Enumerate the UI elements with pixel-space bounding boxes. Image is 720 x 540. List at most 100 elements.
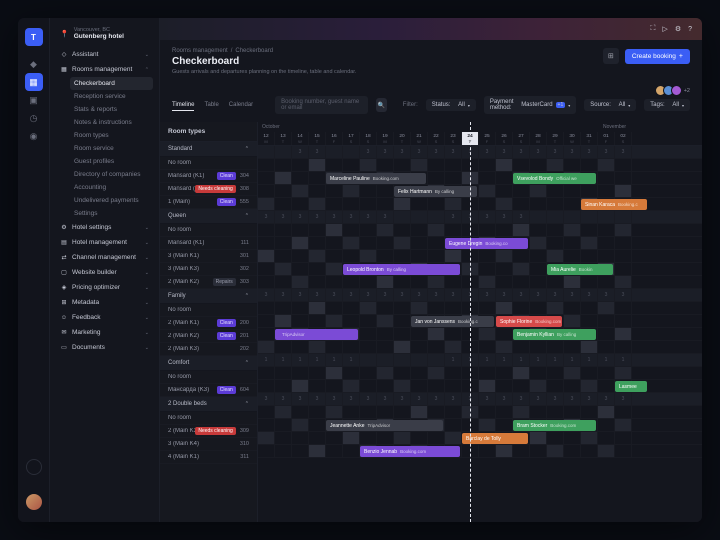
booking-bar[interactable]: Bram StockerBooking.com [513,420,596,431]
tab-timeline[interactable]: Timeline [172,100,194,111]
subnav-item[interactable]: Guest profiles [70,155,153,168]
scan-button[interactable]: ⊞ [603,48,619,64]
room-row[interactable]: 1 (Main)Clean555 [160,196,257,209]
booking-bar[interactable]: Felix HartmannBy calling [394,186,477,197]
help-icon[interactable]: ? [688,26,692,33]
room-row[interactable]: 2 (Main K2)Repairs303 [160,276,257,289]
room-row[interactable]: Mansard (K1)111 [160,237,257,250]
filter-payment[interactable]: Payment method: MasterCard+1▾ [484,96,576,114]
subnav-item[interactable]: Directory of companies [70,168,153,181]
booking-bar[interactable]: Vsevolod BondyOfficial we [513,173,596,184]
theme-toggle[interactable] [26,459,42,475]
filter-source[interactable]: Source: All▾ [584,99,636,111]
booking-bar[interactable]: Mia AurelieBookin [547,264,613,275]
rail-clock[interactable]: ◷ [25,109,43,127]
date-cell[interactable]: 30W [564,132,581,145]
date-cell[interactable]: 29T [547,132,564,145]
booking-bar[interactable]: Eugene DreginBooking.co [445,238,528,249]
subnav-item[interactable]: Stats & reports [70,103,153,116]
nav-item[interactable]: ✉Marketing⌄ [56,325,153,340]
date-cell[interactable]: 22S [428,132,445,145]
date-cell[interactable]: 26S [496,132,513,145]
room-row[interactable]: No room [160,304,257,317]
app-logo[interactable]: T [25,28,43,46]
room-group-header[interactable]: 2 Double beds⌃ [160,397,257,412]
nav-item[interactable]: ▢Website builder⌄ [56,265,153,280]
room-row[interactable]: 2 (Main K3)202 [160,343,257,356]
room-row[interactable]: 3 (Main K3)302 [160,263,257,276]
booking-bar[interactable]: Jeannette AnkeTripAdvisor [326,420,443,431]
nav-item[interactable]: ▭Documents⌄ [56,340,153,355]
nav-item[interactable]: ⚙Hotel settings⌄ [56,220,153,235]
room-row[interactable]: No room [160,371,257,384]
booking-bar[interactable]: Benjamin KyllianBy calling [513,329,596,340]
room-row[interactable]: Мансарда (K3)Clean604 [160,384,257,397]
room-row[interactable]: No room [160,157,257,170]
date-cell[interactable]: 13T [275,132,292,145]
nav-rooms-management[interactable]: ▦ Rooms management ⌃ [56,62,153,77]
room-row[interactable]: No room [160,412,257,425]
nav-item[interactable]: ☺Feedback⌄ [56,310,153,325]
rail-apps[interactable]: ▦ [25,73,43,91]
subnav-item[interactable]: Checkerboard [70,77,153,90]
date-cell[interactable]: 14W [292,132,309,145]
date-cell[interactable]: 28M [530,132,547,145]
room-row[interactable]: Mansard (K1)Clean304 [160,170,257,183]
room-group-header[interactable]: Family⌃ [160,289,257,304]
search-button[interactable]: 🔍 [376,98,387,112]
collaborator-avatars[interactable]: +2 [160,81,702,96]
notification-icon[interactable]: ▷ [662,25,667,33]
room-group-header[interactable]: Standard⌃ [160,142,257,157]
room-row[interactable]: 3 (Main K1)301 [160,250,257,263]
date-cell[interactable]: 21W [411,132,428,145]
date-cell[interactable]: 17S [343,132,360,145]
subnav-item[interactable]: Reception service [70,90,153,103]
nav-item[interactable]: ◈Pricing optimizer⌄ [56,280,153,295]
room-row[interactable]: 3 (Main K4)310 [160,438,257,451]
room-row[interactable]: No room [160,224,257,237]
room-row[interactable]: 2 (Main K1)Clean200 [160,317,257,330]
booking-bar[interactable]: Leopold BrontonBy calling [343,264,460,275]
subnav-item[interactable]: Notes & instructions [70,116,153,129]
filter-tags[interactable]: Tags: All▾ [644,99,690,111]
subnav-item[interactable]: Room service [70,142,153,155]
nav-item[interactable]: ⊞Metadata⌄ [56,295,153,310]
room-group-header[interactable]: Comfort⌃ [160,356,257,371]
rail-globe[interactable]: ◉ [25,127,43,145]
room-row[interactable]: Mansard (K2)Needs cleaning308 [160,183,257,196]
rail-home[interactable]: ◆ [25,55,43,73]
booking-bar[interactable]: TripAdvisor [275,329,358,340]
room-group-header[interactable]: Queen⌃ [160,209,257,224]
tab-table[interactable]: Table [204,100,218,111]
subnav-item[interactable]: Undelivered payments [70,194,153,207]
booking-bar[interactable]: Sinan KaracaBooking.c [581,199,647,210]
date-cell[interactable]: 27S [513,132,530,145]
location-selector[interactable]: 📍 Vancouver, BC Gutenberg hotel [50,18,159,47]
create-booking-button[interactable]: Create booking+ [625,49,690,64]
booking-bar[interactable]: Lasmee [615,381,647,392]
date-cell[interactable]: 16F [326,132,343,145]
date-cell[interactable]: 15T [309,132,326,145]
room-row[interactable]: 2 (Main K3)Needs cleaning309 [160,425,257,438]
date-cell[interactable]: 12M [258,132,275,145]
date-cell[interactable]: 31T [581,132,598,145]
timeline-grid[interactable]: October November 12M13T14W15T16F17S18S19… [258,122,702,522]
date-cell[interactable]: 25F [479,132,496,145]
booking-bar[interactable]: Barclay de Tolly [462,433,528,444]
room-row[interactable]: 4 (Main K1)311 [160,451,257,464]
date-cell[interactable]: 01F [598,132,615,145]
date-cell[interactable]: 20T [394,132,411,145]
subnav-item[interactable]: Room types [70,129,153,142]
settings-icon[interactable]: ⚙ [675,25,681,33]
room-row[interactable]: 2 (Main K2)Clean201 [160,330,257,343]
booking-bar[interactable]: Marceline PaulineBooking.com [326,173,426,184]
search-input[interactable]: Booking number, guest name or email [275,96,368,114]
booking-bar[interactable]: Jan von JanssensBooking.c [411,316,494,327]
nav-assistant[interactable]: ◇ Assistant ⌄ [56,47,153,62]
booking-bar[interactable]: Benzio JennabBooking.com [360,446,460,457]
rail-folder[interactable]: ▣ [25,91,43,109]
nav-item[interactable]: ⇄Channel management⌄ [56,250,153,265]
date-cell[interactable]: 19M [377,132,394,145]
user-avatar[interactable] [26,494,42,510]
subnav-item[interactable]: Settings [70,207,153,220]
